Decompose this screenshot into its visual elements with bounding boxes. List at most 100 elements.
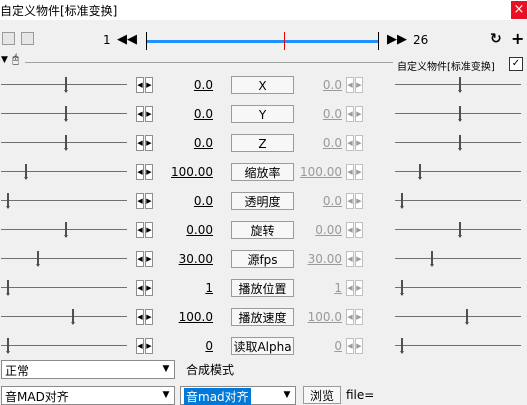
param-right-spin[interactable]: ◀ ▶ — [346, 164, 364, 180]
param-name-button[interactable]: 缩放率 — [231, 163, 294, 181]
param-right-slider[interactable] — [395, 162, 521, 182]
param-right-spin[interactable]: ◀ ▶ — [346, 193, 364, 209]
param-start-value[interactable]: 30.00 — [157, 251, 213, 267]
slider-knob[interactable] — [458, 222, 462, 238]
slider-knob[interactable] — [64, 106, 68, 122]
param-right-spin[interactable]: ◀ ▶ — [346, 135, 364, 151]
decrement-button[interactable]: ◀ — [346, 338, 354, 354]
param-right-slider[interactable] — [395, 307, 521, 327]
param-start-value[interactable]: 100.0 — [157, 309, 213, 325]
param-right-spin[interactable]: ◀ ▶ — [346, 280, 364, 296]
slider-knob[interactable] — [64, 222, 68, 238]
increment-button[interactable]: ▶ — [145, 222, 153, 238]
param-left-slider[interactable] — [1, 220, 127, 240]
param-left-spin[interactable]: ◀ ▶ — [136, 164, 154, 180]
param-start-value[interactable]: 100.00 — [157, 164, 213, 180]
param-name-button[interactable]: 播放位置 — [231, 279, 294, 297]
param-name-button[interactable]: 旋转 — [231, 221, 294, 239]
param-name-button[interactable]: 播放速度 — [231, 308, 294, 326]
param-left-slider[interactable] — [1, 249, 127, 269]
slider-knob[interactable] — [71, 309, 75, 325]
param-end-value[interactable]: 0.0 — [295, 193, 342, 209]
param-right-slider[interactable] — [395, 336, 521, 356]
param-end-value[interactable]: 0.0 — [295, 77, 342, 93]
decrement-button[interactable]: ◀ — [136, 280, 144, 296]
slider-knob[interactable] — [400, 193, 404, 209]
blend-mode-select[interactable]: 正常 ▼ — [1, 360, 175, 379]
decrement-button[interactable]: ◀ — [346, 280, 354, 296]
next-keyframe-button[interactable]: ▶▶ — [387, 33, 407, 47]
param-left-slider[interactable] — [1, 307, 127, 327]
increment-button[interactable]: ▶ — [355, 222, 363, 238]
slider-knob[interactable] — [6, 193, 10, 209]
decrement-button[interactable]: ◀ — [346, 106, 354, 122]
param-right-slider[interactable] — [395, 278, 521, 298]
param-left-spin[interactable]: ◀ ▶ — [136, 338, 154, 354]
decrement-button[interactable]: ◀ — [136, 77, 144, 93]
decrement-button[interactable]: ◀ — [346, 135, 354, 151]
increment-button[interactable]: ▶ — [355, 135, 363, 151]
increment-button[interactable]: ▶ — [145, 135, 153, 151]
decrement-button[interactable]: ◀ — [346, 222, 354, 238]
script-select[interactable]: 音mad对齐 ▼ — [180, 386, 296, 405]
param-left-spin[interactable]: ◀ ▶ — [136, 106, 154, 122]
increment-button[interactable]: ▶ — [355, 338, 363, 354]
param-left-slider[interactable] — [1, 104, 127, 124]
param-end-value[interactable]: 30.00 — [295, 251, 342, 267]
decrement-button[interactable]: ◀ — [136, 222, 144, 238]
add-button[interactable]: + — [511, 29, 524, 48]
slider-knob[interactable] — [458, 77, 462, 93]
param-end-value[interactable]: 0.0 — [295, 135, 342, 151]
close-button[interactable]: × — [511, 1, 527, 19]
param-right-slider[interactable] — [395, 104, 521, 124]
param-start-value[interactable]: 0 — [157, 338, 213, 354]
slider-knob[interactable] — [418, 164, 422, 180]
param-name-button[interactable]: Z — [231, 134, 294, 152]
param-end-value[interactable]: 100.00 — [295, 164, 342, 180]
param-right-slider[interactable] — [395, 75, 521, 95]
param-end-value[interactable]: 0 — [295, 338, 342, 354]
param-end-value[interactable]: 0.00 — [295, 222, 342, 238]
param-left-spin[interactable]: ◀ ▶ — [136, 251, 154, 267]
param-name-button[interactable]: 读取Alpha — [231, 337, 294, 355]
param-left-spin[interactable]: ◀ ▶ — [136, 77, 154, 93]
param-right-spin[interactable]: ◀ ▶ — [346, 251, 364, 267]
param-left-spin[interactable]: ◀ ▶ — [136, 280, 154, 296]
param-name-button[interactable]: Y — [231, 105, 294, 123]
param-name-button[interactable]: 透明度 — [231, 192, 294, 210]
decrement-button[interactable]: ◀ — [346, 309, 354, 325]
param-end-value[interactable]: 1 — [295, 280, 342, 296]
object-enable-checkbox[interactable]: ✓ — [509, 57, 523, 71]
decrement-button[interactable]: ◀ — [136, 135, 144, 151]
param-right-slider[interactable] — [395, 191, 521, 211]
browse-button[interactable]: 浏览 — [303, 386, 341, 404]
camera-icon[interactable] — [21, 32, 34, 45]
param-right-slider[interactable] — [395, 220, 521, 240]
param-left-spin[interactable]: ◀ ▶ — [136, 222, 154, 238]
param-left-spin[interactable]: ◀ ▶ — [136, 309, 154, 325]
param-end-value[interactable]: 100.0 — [295, 309, 342, 325]
decrement-button[interactable]: ◀ — [136, 251, 144, 267]
param-left-spin[interactable]: ◀ ▶ — [136, 135, 154, 151]
param-left-slider[interactable] — [1, 162, 127, 182]
decrement-button[interactable]: ◀ — [346, 251, 354, 267]
increment-button[interactable]: ▶ — [355, 106, 363, 122]
increment-button[interactable]: ▶ — [145, 164, 153, 180]
slider-knob[interactable] — [6, 280, 10, 296]
increment-button[interactable]: ▶ — [355, 164, 363, 180]
param-left-slider[interactable] — [1, 133, 127, 153]
param-left-slider[interactable] — [1, 191, 127, 211]
decrement-button[interactable]: ◀ — [136, 338, 144, 354]
decrement-button[interactable]: ◀ — [346, 164, 354, 180]
param-start-value[interactable]: 0.0 — [157, 77, 213, 93]
increment-button[interactable]: ▶ — [145, 193, 153, 209]
param-left-slider[interactable] — [1, 336, 127, 356]
increment-button[interactable]: ▶ — [145, 251, 153, 267]
timeline-cursor[interactable] — [284, 32, 285, 50]
increment-button[interactable]: ▶ — [145, 106, 153, 122]
param-right-spin[interactable]: ◀ ▶ — [346, 309, 364, 325]
param-right-spin[interactable]: ◀ ▶ — [346, 338, 364, 354]
param-start-value[interactable]: 0.0 — [157, 193, 213, 209]
param-start-value[interactable]: 0.00 — [157, 222, 213, 238]
decrement-button[interactable]: ◀ — [346, 77, 354, 93]
